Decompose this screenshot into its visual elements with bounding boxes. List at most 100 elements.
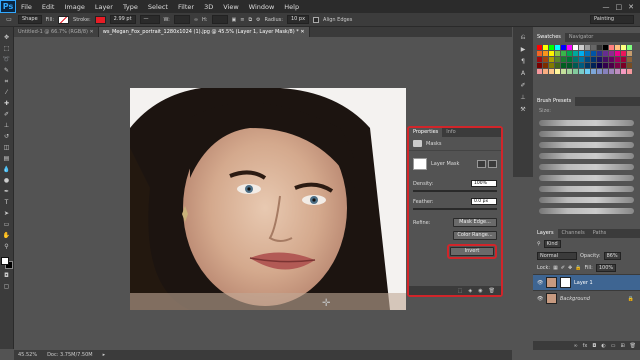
color-swatch[interactable]	[603, 45, 608, 50]
stroke-type-select[interactable]: —	[139, 15, 160, 24]
adjustment-layer-icon[interactable]: ◐	[601, 343, 605, 349]
color-swatch[interactable]	[543, 69, 548, 74]
layer-kind-filter[interactable]: Kind	[543, 240, 561, 248]
tab-untitled[interactable]: Untitled-1 @ 66.7% (RGB/8) ✕	[14, 27, 99, 37]
color-swatch[interactable]	[561, 45, 566, 50]
path-operations-icon[interactable]: ▣	[232, 17, 237, 23]
color-swatch[interactable]	[537, 57, 542, 62]
color-swatch[interactable]	[543, 57, 548, 62]
healing-brush-tool-icon[interactable]: ✚	[2, 99, 12, 108]
color-swatch[interactable]	[591, 45, 596, 50]
eraser-tool-icon[interactable]: ◫	[2, 143, 12, 152]
quick-select-tool-icon[interactable]: ✎	[2, 66, 12, 75]
menu-layer[interactable]: Layer	[90, 3, 118, 11]
color-swatch[interactable]	[585, 45, 590, 50]
color-swatch[interactable]	[597, 45, 602, 50]
tab-info[interactable]: Info	[442, 128, 459, 137]
link-layers-icon[interactable]: ∞	[573, 343, 577, 349]
color-swatch[interactable]	[579, 69, 584, 74]
lock-all-icon[interactable]: 🔒	[575, 265, 581, 271]
close-icon[interactable]: ✕	[628, 3, 634, 11]
marquee-tool-icon[interactable]: ⬚	[2, 44, 12, 53]
eye-icon[interactable]: 👁	[537, 296, 543, 302]
stroke-swatch[interactable]	[94, 15, 106, 24]
color-swatch[interactable]	[603, 69, 608, 74]
color-swatch[interactable]	[561, 51, 566, 56]
new-layer-icon[interactable]: ⊞	[620, 343, 624, 349]
brush-icon[interactable]: ✐	[518, 81, 529, 90]
color-swatch[interactable]	[561, 57, 566, 62]
lasso-tool-icon[interactable]: ➰	[2, 55, 12, 64]
stroke-width-input[interactable]: 2.99 pt	[109, 15, 136, 24]
feather-slider[interactable]	[413, 208, 497, 210]
color-swatch[interactable]	[537, 45, 542, 50]
paragraph-icon[interactable]: ¶	[518, 57, 529, 66]
feather-input[interactable]: 0.0 px	[471, 198, 497, 205]
delete-layer-icon[interactable]: 🗑	[630, 343, 636, 349]
color-swatch[interactable]	[585, 57, 590, 62]
crop-tool-icon[interactable]: ⌗	[2, 77, 12, 86]
color-swatch[interactable]	[543, 51, 548, 56]
color-swatch[interactable]	[573, 69, 578, 74]
color-swatch[interactable]	[597, 63, 602, 68]
menu-help[interactable]: Help	[279, 3, 304, 11]
color-swatch[interactable]	[543, 45, 548, 50]
gradient-tool-icon[interactable]: ▤	[2, 154, 12, 163]
layer-name[interactable]: Background	[560, 296, 590, 302]
color-swatches[interactable]	[0, 257, 13, 269]
density-input[interactable]: 100%	[471, 180, 497, 187]
color-range-button[interactable]: Color Range...	[453, 231, 497, 240]
color-swatch[interactable]	[627, 57, 632, 62]
zoom-level[interactable]: 45.52%	[18, 352, 37, 358]
maximize-icon[interactable]: □	[616, 3, 623, 11]
brush-stroke-preview[interactable]	[539, 153, 634, 159]
color-swatch[interactable]	[615, 63, 620, 68]
color-swatch[interactable]	[567, 69, 572, 74]
lock-position-icon[interactable]: ✥	[568, 265, 572, 271]
layer-row[interactable]: 👁 Background 🔒	[533, 290, 640, 306]
color-swatch[interactable]	[567, 51, 572, 56]
color-swatch[interactable]	[555, 69, 560, 74]
color-swatch[interactable]	[549, 57, 554, 62]
color-swatch[interactable]	[549, 45, 554, 50]
type-tool-icon[interactable]: T	[2, 198, 12, 207]
color-swatch[interactable]	[543, 63, 548, 68]
color-swatch[interactable]	[549, 51, 554, 56]
path-selection-tool-icon[interactable]: ➤	[2, 209, 12, 218]
zoom-tool-icon[interactable]: ⚲	[2, 242, 12, 251]
character-icon[interactable]: A	[518, 69, 529, 78]
color-swatch[interactable]	[579, 57, 584, 62]
color-swatch[interactable]	[555, 45, 560, 50]
color-swatch[interactable]	[573, 51, 578, 56]
fill-input[interactable]: 100%	[595, 264, 617, 272]
brush-stroke-preview[interactable]	[539, 164, 634, 170]
color-swatch[interactable]	[567, 57, 572, 62]
actions-icon[interactable]: ▶	[518, 45, 529, 54]
hand-tool-icon[interactable]: ✋	[2, 231, 12, 240]
color-swatch[interactable]	[585, 63, 590, 68]
color-swatch[interactable]	[555, 51, 560, 56]
tab-paths[interactable]: Paths	[589, 229, 611, 238]
color-swatch[interactable]	[627, 63, 632, 68]
menu-select[interactable]: Select	[143, 3, 173, 11]
menu-window[interactable]: Window	[244, 3, 280, 11]
gear-icon[interactable]: ⚙	[256, 17, 260, 23]
color-swatch[interactable]	[603, 57, 608, 62]
mask-edge-button[interactable]: Mask Edge...	[453, 218, 497, 227]
color-swatch[interactable]	[621, 69, 626, 74]
foreground-color-swatch[interactable]	[0, 257, 9, 265]
color-swatch[interactable]	[627, 45, 632, 50]
color-swatch[interactable]	[567, 45, 572, 50]
color-swatch[interactable]	[615, 51, 620, 56]
color-swatch[interactable]	[627, 51, 632, 56]
color-swatch[interactable]	[549, 63, 554, 68]
dodge-tool-icon[interactable]: ●	[2, 176, 12, 185]
tab-navigator[interactable]: Navigator	[565, 33, 597, 42]
color-swatch[interactable]	[537, 51, 542, 56]
color-swatch[interactable]	[585, 69, 590, 74]
tab-swatches[interactable]: Swatches	[533, 33, 565, 42]
color-swatch[interactable]	[609, 51, 614, 56]
opacity-input[interactable]: 86%	[603, 252, 621, 260]
eyedropper-tool-icon[interactable]: ⁄	[2, 88, 12, 97]
color-swatch[interactable]	[609, 57, 614, 62]
